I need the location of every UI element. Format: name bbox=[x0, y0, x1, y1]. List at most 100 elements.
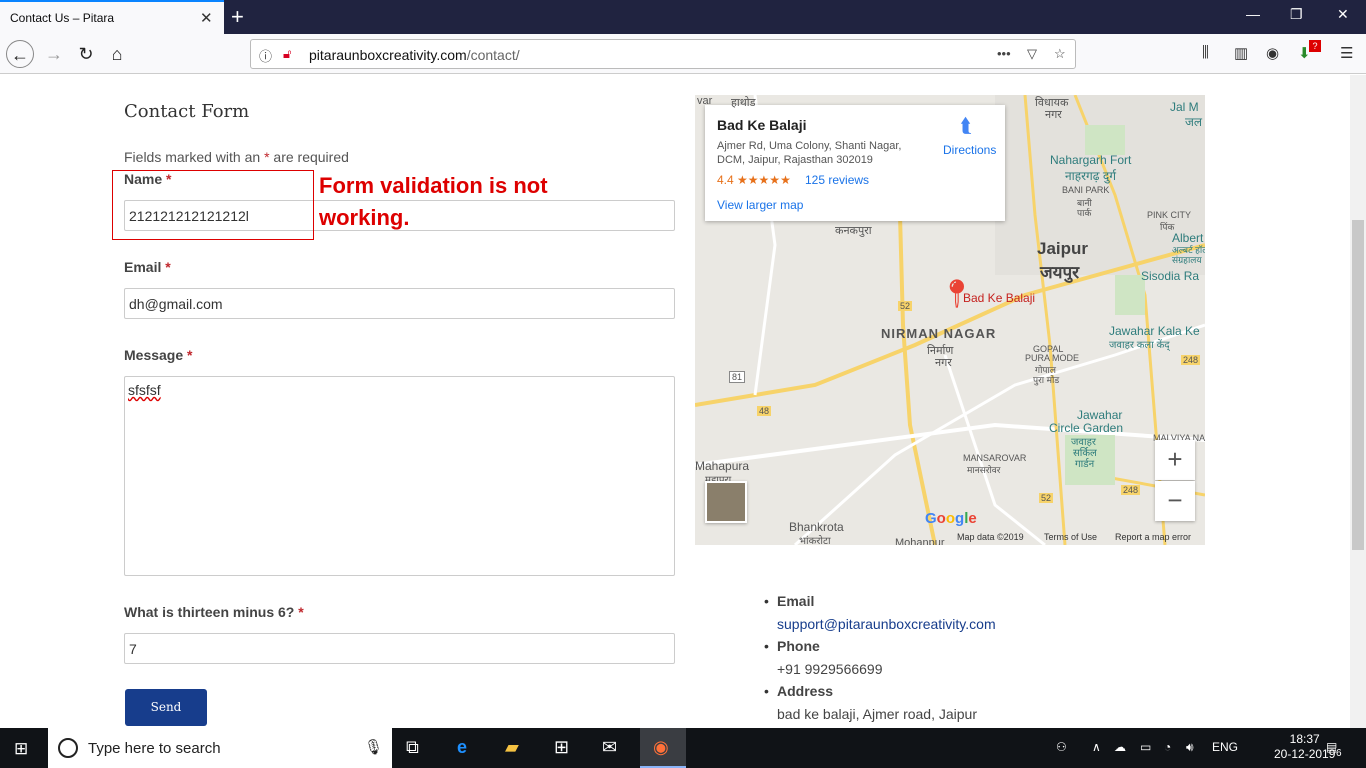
email-label: Email * bbox=[124, 259, 171, 275]
page-actions-icon[interactable]: ••• bbox=[997, 46, 1011, 61]
captcha-label: What is thirteen minus 6? * bbox=[124, 604, 304, 620]
pocket-icon[interactable]: ▽ bbox=[1027, 46, 1037, 62]
captcha-field[interactable]: 7 bbox=[124, 633, 675, 664]
place-address: Ajmer Rd, Uma Colony, Shanti Nagar, DCM,… bbox=[717, 140, 902, 166]
map-label: कनकपुरा bbox=[835, 225, 872, 237]
volume-icon[interactable]: 🔊︎ bbox=[1186, 740, 1194, 755]
microphone-icon[interactable]: 🎙︎ bbox=[364, 738, 383, 756]
google-logo: Google bbox=[925, 510, 977, 527]
report-error-link[interactable]: Report a map error bbox=[1115, 532, 1191, 542]
extension-badge: ? bbox=[1309, 40, 1321, 52]
reviews-link[interactable]: 125 reviews bbox=[805, 173, 869, 187]
battery-icon[interactable]: ▭ bbox=[1140, 740, 1151, 754]
view-larger-map-link[interactable]: View larger map bbox=[717, 198, 803, 212]
onedrive-icon[interactable]: ☁ bbox=[1114, 740, 1126, 754]
bookmark-star-icon[interactable]: ☆ bbox=[1054, 46, 1066, 62]
message-label: Message * bbox=[124, 347, 193, 363]
map-label: Jal M bbox=[1170, 100, 1199, 114]
language-indicator[interactable]: ENG bbox=[1212, 740, 1238, 754]
store-icon[interactable]: ⊞ bbox=[554, 737, 569, 758]
menu-icon[interactable]: ☰ bbox=[1340, 44, 1353, 62]
map-label: पुरा मोड bbox=[1033, 375, 1060, 385]
map-label: Mahapura bbox=[695, 459, 750, 473]
forward-icon[interactable]: → bbox=[40, 40, 68, 68]
pin-label: Bad Ke Balaji bbox=[963, 291, 1036, 305]
directions-link[interactable]: Directions bbox=[943, 143, 996, 157]
back-icon[interactable]: ← bbox=[6, 40, 34, 68]
zoom-out-button[interactable]: − bbox=[1155, 481, 1195, 521]
directions-icon[interactable]: ⮬ bbox=[960, 115, 972, 138]
wifi-icon[interactable]: ◔ bbox=[1164, 740, 1171, 754]
map-label: जयपुर bbox=[1040, 263, 1080, 282]
terms-link[interactable]: Terms of Use bbox=[1044, 532, 1097, 542]
map-label: MANSAROVAR bbox=[963, 453, 1027, 463]
edge-icon[interactable]: e bbox=[457, 737, 467, 758]
contact-address-value: bad ke balaji, Ajmer road, Jaipur bbox=[777, 706, 977, 722]
new-tab-icon[interactable]: + bbox=[231, 4, 244, 30]
close-window-icon[interactable]: ✕ bbox=[1337, 6, 1349, 23]
windows-taskbar: ⊞ Type here to search 🎙︎ ⧉ e ▰ ⊞ ✉ ◉ ⚇ ∧… bbox=[0, 728, 1366, 768]
firefox-icon: ◉ bbox=[653, 737, 669, 757]
map-label: जवाहर कला केंद् bbox=[1109, 340, 1170, 351]
place-name: Bad Ke Balaji bbox=[717, 117, 807, 133]
contact-phone-label: Phone bbox=[777, 638, 820, 654]
firefox-taskbar-button[interactable]: ◉ bbox=[640, 728, 686, 768]
map-label: var bbox=[697, 95, 713, 107]
map-label: Circle Garden bbox=[1049, 421, 1124, 435]
rating-stars: ★★★★★ bbox=[737, 173, 791, 187]
show-hidden-icons-icon[interactable]: ∧ bbox=[1092, 740, 1101, 754]
info-icon[interactable]: ⓘ bbox=[259, 46, 272, 65]
annotation-box bbox=[112, 170, 314, 240]
message-field[interactable]: sfsfsf bbox=[124, 376, 675, 576]
search-placeholder: Type here to search bbox=[88, 740, 221, 757]
account-icon[interactable]: ◉ bbox=[1266, 44, 1279, 62]
map-label: Nahargarh Fort bbox=[1050, 153, 1132, 167]
minimize-icon[interactable]: — bbox=[1246, 6, 1260, 22]
reload-icon[interactable]: ↻ bbox=[72, 40, 100, 68]
url-bar[interactable]: ⓘ 🔓︎ pitaraunboxcreativity.com/contact/ … bbox=[250, 39, 1076, 69]
windows-start-icon[interactable]: ⊞ bbox=[14, 739, 28, 759]
taskbar-search-box[interactable]: Type here to search 🎙︎ bbox=[48, 728, 392, 768]
annotation-text: Form validation is not working. bbox=[319, 173, 548, 230]
place-rating: 4.4 ★★★★★ bbox=[717, 173, 791, 187]
map-label: मानसरोवर bbox=[967, 465, 1001, 475]
zoom-in-button[interactable]: + bbox=[1155, 440, 1195, 480]
contact-email-link[interactable]: support@pitaraunboxcreativity.com bbox=[777, 616, 996, 632]
map-label: BANI PARK bbox=[1062, 185, 1110, 195]
road-shield: 48 bbox=[757, 406, 772, 416]
map-label: नगर bbox=[1045, 109, 1062, 121]
library-icon[interactable]: ⫼ bbox=[1202, 44, 1209, 61]
scrollbar-thumb[interactable] bbox=[1352, 220, 1364, 550]
insecure-lock-icon[interactable]: 🔓︎ bbox=[283, 46, 291, 62]
map-label: PINK CITY bbox=[1147, 210, 1192, 220]
tab-contact-us[interactable]: Contact Us – Pitara ✕ bbox=[0, 0, 224, 34]
task-view-icon[interactable]: ⧉ bbox=[406, 737, 419, 758]
satellite-toggle[interactable] bbox=[705, 481, 747, 523]
url-text[interactable]: pitaraunboxcreativity.com/contact/ bbox=[309, 47, 520, 63]
form-title: Contact Form bbox=[124, 101, 250, 122]
contact-address-label: Address bbox=[777, 683, 834, 699]
road-shield: 52 bbox=[1039, 493, 1054, 503]
send-button[interactable]: Send bbox=[125, 689, 207, 726]
map-label: NIRMAN NAGAR bbox=[881, 326, 997, 341]
place-card: Bad Ke Balaji Ajmer Rd, Uma Colony, Shan… bbox=[705, 105, 1005, 221]
bullet: • bbox=[764, 638, 769, 654]
road-shield: 248 bbox=[1181, 355, 1201, 365]
file-explorer-icon[interactable]: ▰ bbox=[505, 737, 519, 758]
map-label: PURA MODE bbox=[1025, 353, 1080, 363]
tab-close-icon[interactable]: ✕ bbox=[200, 9, 213, 27]
cortana-icon bbox=[58, 738, 78, 758]
google-map[interactable]: Bad Ke Balaji Ajmer Rd, Uma Colony, Shan… bbox=[695, 95, 1205, 545]
home-icon[interactable]: ⌂ bbox=[103, 40, 131, 68]
people-icon[interactable]: ⚇ bbox=[1056, 740, 1067, 754]
restore-icon[interactable]: ❐ bbox=[1290, 6, 1303, 23]
map-label: Sisodia Ra bbox=[1141, 269, 1200, 283]
map-label: Jaipur bbox=[1037, 239, 1089, 258]
contact-email-label: Email bbox=[777, 593, 815, 609]
fields-note: Fields marked with an * are required bbox=[124, 149, 349, 165]
mail-icon[interactable]: ✉ bbox=[602, 737, 617, 758]
sidebar-icon[interactable]: ▥ bbox=[1234, 44, 1248, 62]
road-shield: 81 bbox=[729, 371, 746, 383]
email-field[interactable]: dh@gmail.com bbox=[124, 288, 675, 319]
map-label: पार्क bbox=[1077, 208, 1092, 218]
